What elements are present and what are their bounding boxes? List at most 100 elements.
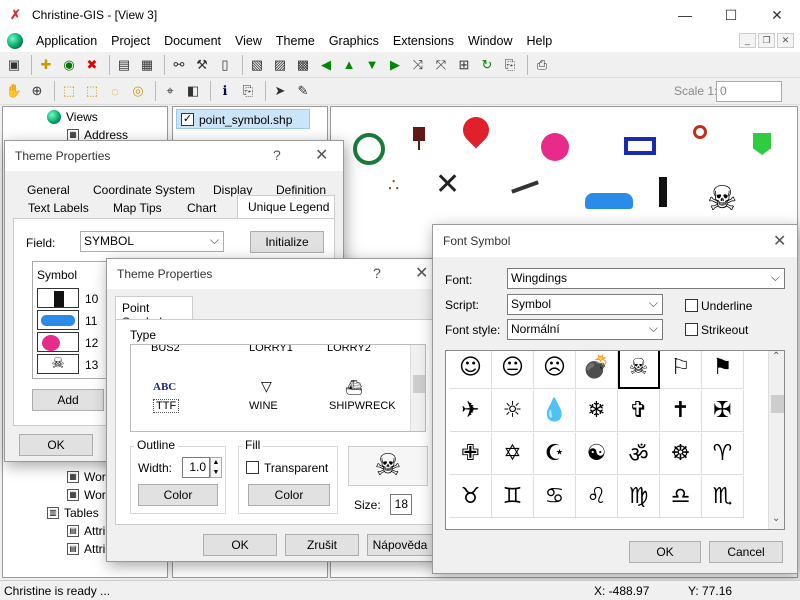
tab-point-symbol[interactable]: Point Symbol xyxy=(115,296,193,329)
tab-coordinate-system[interactable]: Coordinate System xyxy=(93,183,195,197)
shrink-icon[interactable]: ⤨ xyxy=(408,55,428,75)
theme-add-icon[interactable]: ▣ xyxy=(4,55,24,75)
mdi-minimize-button[interactable]: _ xyxy=(739,33,756,48)
field-select[interactable]: SYMBOL xyxy=(80,231,224,252)
glyph-cell[interactable]: 💣 xyxy=(576,351,618,389)
select-icon-1[interactable]: ⬚ xyxy=(59,81,79,101)
scale-input[interactable]: 0 xyxy=(716,81,782,102)
glyph-grid[interactable]: ⌃ ⌄ ☺ 😐 ☹ 💣 ☠ ⚐ ⚑ ✈ ☼ 💧 ❄ ✞ ✝ ✠ ✙ ✡ ☪ ☯ ॐ ☸ ♈ ♉ ♊ ♋ ♌ ♍ ♎ ♏ xyxy=(445,350,785,530)
ok-button[interactable]: OK xyxy=(203,534,277,556)
menu-help[interactable]: Help xyxy=(519,30,559,52)
layer-row[interactable]: ✓ point_symbol.shp xyxy=(176,109,310,129)
tab-text-labels[interactable]: Text Labels xyxy=(28,201,89,215)
glyph-cell[interactable]: ✝ xyxy=(660,390,702,432)
menu-window[interactable]: Window xyxy=(461,30,519,52)
properties-icon[interactable]: ▤ xyxy=(114,55,134,75)
glyph-cell[interactable]: ♈ xyxy=(702,433,744,475)
fill-color-button[interactable]: Color xyxy=(248,484,330,506)
maximize-button[interactable]: ☐ xyxy=(708,0,754,30)
type-item[interactable]: LORRY2 xyxy=(327,345,371,354)
cancel-button[interactable]: Zrušit xyxy=(285,534,359,556)
glyph-cell[interactable]: ☹ xyxy=(534,351,576,389)
mdi-close-button[interactable]: ✕ xyxy=(777,33,794,48)
minimize-button[interactable]: — xyxy=(662,0,708,30)
menu-graphics[interactable]: Graphics xyxy=(322,30,386,52)
glyph-cell[interactable]: ☯ xyxy=(576,433,618,475)
tree-item-attri-2[interactable]: ▤ Attri xyxy=(67,542,105,556)
tree-item-attri-1[interactable]: ▤ Attri xyxy=(67,524,105,538)
layer-visibility-checkbox[interactable]: ✓ xyxy=(181,113,194,126)
expand-icon[interactable]: ⤧ xyxy=(431,55,451,75)
help-button[interactable]: ? xyxy=(273,147,281,163)
glyph-cell[interactable]: ☸ xyxy=(660,433,702,475)
glyph-cell[interactable]: ☪ xyxy=(534,433,576,475)
glyph-cell[interactable]: ♋ xyxy=(534,476,576,518)
type-item[interactable]: BUS2 xyxy=(151,345,180,354)
pan-hand-icon[interactable]: ✋ xyxy=(4,81,24,101)
hotlink-icon[interactable]: ⎘ xyxy=(238,81,258,101)
tree-item-wor-2[interactable]: ▦ Wor xyxy=(67,488,106,502)
type-list[interactable]: BUS2 LORRY1 LORRY2 ABC ▽ ⛴ TTF WINE SHIP… xyxy=(130,344,426,432)
symbol-swatch-skull[interactable]: ☠ xyxy=(37,354,79,374)
globe-add-icon[interactable]: ◉ xyxy=(59,55,79,75)
font-select[interactable]: Wingdings xyxy=(507,268,785,289)
glyph-cell[interactable]: 😐 xyxy=(492,351,534,389)
menu-view[interactable]: View xyxy=(228,30,269,52)
select-icon-3[interactable]: ◌ xyxy=(105,81,125,101)
type-list-scrollbar[interactable] xyxy=(410,345,425,431)
menu-document[interactable]: Document xyxy=(157,30,228,52)
symbol-swatch-tap[interactable] xyxy=(37,288,79,308)
layout-icon-2[interactable]: ▨ xyxy=(270,55,290,75)
close-button[interactable]: ✕ xyxy=(773,231,786,251)
info-icon[interactable]: ℹ xyxy=(215,81,235,101)
strikeout-checkbox[interactable] xyxy=(685,323,698,336)
glyph-cell[interactable]: ॐ xyxy=(618,433,660,475)
tree-tables[interactable]: ▥ Tables xyxy=(47,506,99,520)
menu-extensions[interactable]: Extensions xyxy=(386,30,461,52)
glyph-cell[interactable]: ✡ xyxy=(492,433,534,475)
glyph-cell[interactable]: ♌ xyxy=(576,476,618,518)
zoom-in-icon[interactable]: ⊕ xyxy=(27,81,47,101)
transparent-checkbox[interactable] xyxy=(246,461,259,474)
glyph-cell[interactable]: ☼ xyxy=(492,390,534,432)
table-icon[interactable]: ▦ xyxy=(137,55,157,75)
pointer-icon[interactable]: ➤ xyxy=(270,81,290,101)
glyph-cell[interactable]: ♊ xyxy=(492,476,534,518)
glyph-cell[interactable]: ⚑ xyxy=(702,351,744,389)
help-button[interactable]: ? xyxy=(373,265,381,281)
tab-general[interactable]: General xyxy=(27,183,70,197)
edit-icon[interactable]: ✎ xyxy=(293,81,313,101)
close-button[interactable]: ✕ xyxy=(315,145,328,165)
select-icon-2[interactable]: ⬚ xyxy=(82,81,102,101)
glyph-cell-selected[interactable]: ☠ xyxy=(618,351,660,389)
width-input[interactable]: 1.0 xyxy=(182,457,210,478)
tree-item-wor-1[interactable]: ▦ Wor xyxy=(67,470,106,484)
arrow-left-icon[interactable]: ◀ xyxy=(316,55,336,75)
symbol-swatch-bomb[interactable] xyxy=(37,332,79,352)
page-icon[interactable]: ▯ xyxy=(215,55,235,75)
delete-icon[interactable]: ✖ xyxy=(82,55,102,75)
type-item[interactable]: WINE xyxy=(249,400,278,412)
glyph-cell[interactable]: ☺ xyxy=(450,351,492,389)
hammer-icon[interactable]: ⚒ xyxy=(192,55,212,75)
tab-unique-legend-active[interactable]: Unique Legend xyxy=(237,195,335,219)
mdi-restore-button[interactable]: ❐ xyxy=(758,33,775,48)
glyph-grid-scrollbar[interactable]: ⌃ ⌄ xyxy=(768,351,784,529)
glyph-cell[interactable]: ♎ xyxy=(660,476,702,518)
add-button[interactable]: Add xyxy=(32,389,104,411)
add-layer-icon[interactable]: ✚ xyxy=(36,55,56,75)
font-style-select[interactable]: Normální xyxy=(507,319,663,340)
glyph-cell[interactable]: ❄ xyxy=(576,390,618,432)
glyph-cell[interactable]: ⚐ xyxy=(660,351,702,389)
initialize-button[interactable]: Initialize xyxy=(250,231,324,253)
binoculars-icon[interactable]: ⚯ xyxy=(169,55,189,75)
layout-icon-1[interactable]: ▧ xyxy=(247,55,267,75)
menu-application[interactable]: Application xyxy=(29,30,104,52)
script-select[interactable]: Symbol xyxy=(507,294,663,315)
help-dialog-button[interactable]: Nápověda xyxy=(367,534,433,556)
arrow-up-icon[interactable]: ▲ xyxy=(339,55,359,75)
tree-views[interactable]: Views xyxy=(47,110,98,124)
type-item-selected[interactable]: TTF xyxy=(153,399,180,413)
glyph-cell[interactable]: ♍ xyxy=(618,476,660,518)
underline-checkbox[interactable] xyxy=(685,299,698,312)
